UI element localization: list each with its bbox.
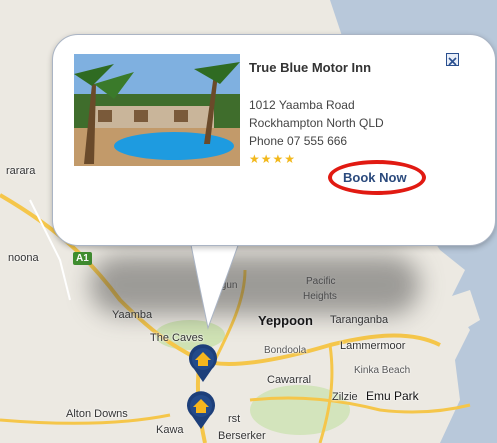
map-viewport[interactable]: rarara noona A1 Bungun Pacific Heights Y… — [0, 0, 497, 443]
map-label-noona: noona — [8, 252, 39, 264]
highlight-ring — [328, 160, 426, 195]
map-label-emu-park: Emu Park — [366, 389, 419, 403]
map-label-alton-downs: Alton Downs — [66, 408, 128, 420]
map-label-taranganba: Taranganba — [330, 314, 389, 326]
close-icon[interactable] — [446, 53, 459, 66]
map-label-berserker: Berserker — [218, 430, 266, 442]
map-label-lammermoor: Lammermoor — [340, 340, 406, 352]
hotel-name: True Blue Motor Inn — [249, 60, 372, 75]
map-label-bondoola: Bondoola — [264, 345, 307, 356]
map-label-kinka-beach: Kinka Beach — [354, 365, 411, 376]
map-label-yeppoon: Yeppoon — [258, 313, 313, 328]
hotel-phone: Phone 07 555 666 — [249, 134, 348, 148]
popup-tail — [189, 240, 241, 330]
map-label-parkhurst: rst — [228, 413, 241, 425]
highway-a1-shield: A1 — [73, 252, 92, 265]
rating-stars: ★★★★ — [249, 152, 297, 166]
hotel-marker-icon[interactable] — [186, 343, 220, 383]
map-label-zilzie: Zilzie — [332, 391, 358, 403]
hotel-marker-icon[interactable] — [184, 390, 218, 430]
hotel-address-line2: Rockhampton North QLD — [249, 116, 384, 130]
map-label-kawana: Kawa — [156, 424, 184, 436]
map-label-cawarral: Cawarral — [267, 374, 312, 386]
popup-shadow — [90, 255, 420, 315]
close-icon-glyph — [448, 57, 457, 66]
hotel-address-line1: 1012 Yaamba Road — [249, 98, 355, 112]
map-label-rarara: rarara — [6, 165, 36, 177]
motel-pool-photo — [74, 54, 240, 166]
